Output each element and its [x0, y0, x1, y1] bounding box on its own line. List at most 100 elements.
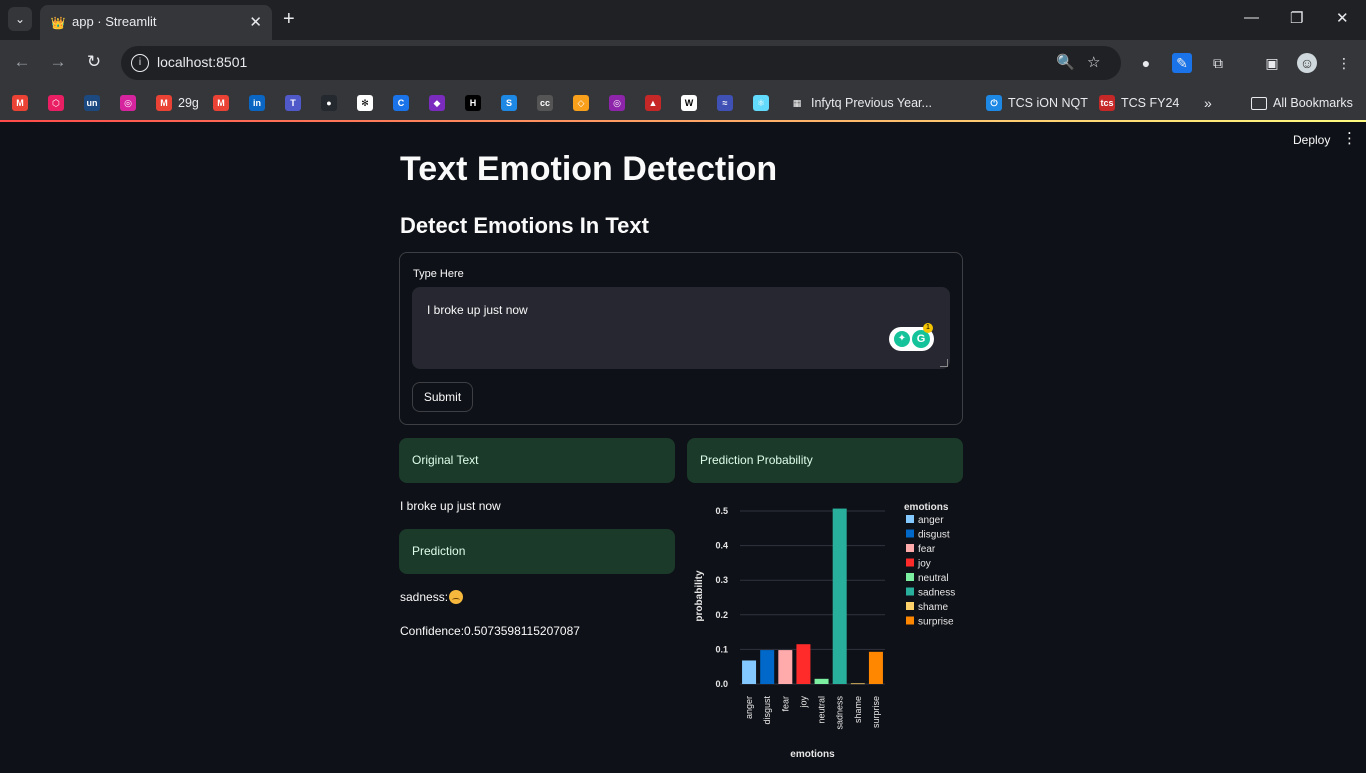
all-bookmarks[interactable]: All Bookmarks: [1251, 94, 1353, 112]
resize-handle[interactable]: [940, 359, 948, 367]
legend-swatch: [906, 529, 914, 538]
text-input-label: Type Here: [413, 268, 464, 280]
bookmark-item[interactable]: in: [249, 94, 265, 112]
address-bar[interactable]: i localhost:8501 🔍 ☆: [121, 46, 1121, 80]
bookmark-item[interactable]: ◇: [573, 94, 589, 112]
bookmark-label: TCS iON NQT: [1008, 96, 1088, 110]
bookmark-icon: ✻: [357, 95, 373, 111]
text-input-value[interactable]: I broke up just now: [427, 303, 528, 317]
site-info-icon[interactable]: i: [131, 54, 149, 72]
bank-icon: ▲: [645, 95, 661, 111]
bookmark-item[interactable]: M: [12, 94, 28, 112]
y-tick-label: 0.0: [715, 679, 728, 689]
leetcode-icon: ◇: [573, 95, 589, 111]
bookmarks-bar: » All Bookmarks M ⬡ un ◎ M 29g Min T ● ✻ C ◆ H Scc ◇ ◎ ▲…: [0, 86, 1366, 120]
bookmark-item[interactable]: C: [393, 94, 409, 112]
prediction-result: sadness:: [400, 590, 464, 604]
bookmark-item[interactable]: ⚛: [753, 94, 769, 112]
bookmark-item[interactable]: W: [681, 94, 697, 112]
text-input-area[interactable]: I broke up just now ✦ G 1: [412, 287, 950, 369]
legend-label: shame: [918, 602, 948, 613]
browser-tab-bar: ⌄ 👑 app · Streamlit ✕ + — ❐ ✕: [0, 0, 1366, 40]
pdf-extension-icon[interactable]: ✎: [1172, 53, 1192, 73]
github-icon: ●: [321, 95, 337, 111]
unstop-icon: un: [84, 95, 100, 111]
close-window-icon[interactable]: ✕: [1336, 9, 1349, 27]
tab-close-icon[interactable]: ✕: [249, 13, 262, 31]
legend-swatch: [906, 602, 914, 610]
bookmark-item[interactable]: ⬡: [48, 94, 64, 112]
y-tick-label: 0.1: [715, 644, 728, 654]
y-tick-label: 0.2: [715, 610, 728, 620]
deploy-button[interactable]: Deploy: [1293, 133, 1330, 147]
x-tick-label: disgust: [762, 696, 772, 725]
browser-menu-icon[interactable]: ⋮: [1334, 53, 1354, 73]
circle-icon: ◎: [609, 95, 625, 111]
bar-disgust: [760, 650, 775, 684]
lightbulb-icon[interactable]: ✦: [894, 331, 910, 347]
restore-icon[interactable]: ❐: [1290, 9, 1303, 27]
bar-shame: [850, 683, 865, 685]
browser-toolbar: ← → ↻ i localhost:8501 🔍 ☆ ● ✎ ⧉ ▣ ☺ ⋮: [0, 40, 1366, 86]
cc-icon: cc: [537, 95, 553, 111]
bookmark-item[interactable]: ▦ Infytq Previous Year...: [789, 94, 932, 112]
bookmark-item[interactable]: ◎: [609, 94, 625, 112]
extension-icon[interactable]: ●: [1136, 53, 1156, 73]
main-menu-icon[interactable]: ⋮: [1342, 130, 1357, 148]
profile-avatar[interactable]: ☺: [1297, 53, 1317, 73]
bookmark-item[interactable]: H: [465, 94, 481, 112]
bookmark-item[interactable]: ⏻ TCS iON NQT: [986, 94, 1088, 112]
legend-label: anger: [918, 515, 944, 526]
gmail-icon: M: [156, 95, 172, 111]
prediction-label: sadness:: [400, 590, 449, 604]
url-text[interactable]: localhost:8501: [157, 54, 247, 70]
side-panel-icon[interactable]: ▣: [1262, 53, 1282, 73]
bookmark-item[interactable]: un: [84, 94, 100, 112]
extensions-puzzle-icon[interactable]: ⧉: [1208, 53, 1228, 73]
gmail-icon: M: [12, 95, 28, 111]
bookmark-item[interactable]: T: [285, 94, 301, 112]
bookmark-item[interactable]: M: [213, 94, 229, 112]
forward-icon[interactable]: →: [47, 52, 69, 72]
wave-icon: ≈: [717, 95, 733, 111]
legend-label: surprise: [918, 617, 954, 628]
zoom-icon[interactable]: 🔍: [1056, 53, 1075, 71]
bookmark-item[interactable]: ≈: [717, 94, 733, 112]
browser-tab[interactable]: 👑 app · Streamlit ✕: [40, 5, 272, 40]
submit-button[interactable]: Submit: [412, 382, 473, 412]
bookmark-item[interactable]: M 29g: [156, 94, 199, 112]
grammarly-widget[interactable]: ✦ G 1: [889, 323, 934, 351]
bookmark-item[interactable]: ▲: [645, 94, 661, 112]
bookmark-item[interactable]: cc: [537, 94, 553, 112]
bookmark-star-icon[interactable]: ☆: [1087, 53, 1100, 71]
legend-swatch: [906, 515, 914, 523]
minimize-icon[interactable]: —: [1244, 9, 1259, 26]
bookmark-item[interactable]: ●: [321, 94, 337, 112]
x-tick-label: anger: [744, 696, 754, 719]
bookmark-item[interactable]: ✻: [357, 94, 373, 112]
original-text-header: Original Text: [399, 438, 675, 483]
tab-search-chevron-icon[interactable]: ⌄: [8, 7, 32, 31]
bookmark-item[interactable]: S: [501, 94, 517, 112]
power-icon: ⏻: [986, 95, 1002, 111]
x-tick-label: neutral: [817, 696, 827, 724]
react-icon: ⚛: [753, 95, 769, 111]
more-bookmarks-icon[interactable]: »: [1204, 94, 1212, 112]
hexagon-icon: ⬡: [48, 95, 64, 111]
gmail-icon: M: [213, 95, 229, 111]
back-icon[interactable]: ←: [11, 52, 33, 72]
bookmark-item[interactable]: tcs TCS FY24: [1099, 94, 1179, 112]
bookmark-label: 29g: [178, 96, 199, 110]
reload-icon[interactable]: ↻: [83, 52, 105, 72]
instagram-icon: ◎: [120, 95, 136, 111]
legend-title: emotions: [904, 502, 949, 513]
grammarly-badge: 1: [923, 323, 933, 333]
x-axis-title: emotions: [790, 749, 835, 760]
new-tab-icon[interactable]: +: [283, 9, 295, 29]
teams-icon: T: [285, 95, 301, 111]
bookmark-item[interactable]: ◎: [120, 94, 136, 112]
confidence-text: Confidence:0.5073598115207087: [400, 624, 580, 638]
x-tick-label: joy: [798, 696, 808, 709]
probability-chart: 0.0 0.1 0.2 0.3 0.4 0.5 anger disgust fear joy neu…: [688, 492, 968, 768]
bookmark-item[interactable]: ◆: [429, 94, 445, 112]
